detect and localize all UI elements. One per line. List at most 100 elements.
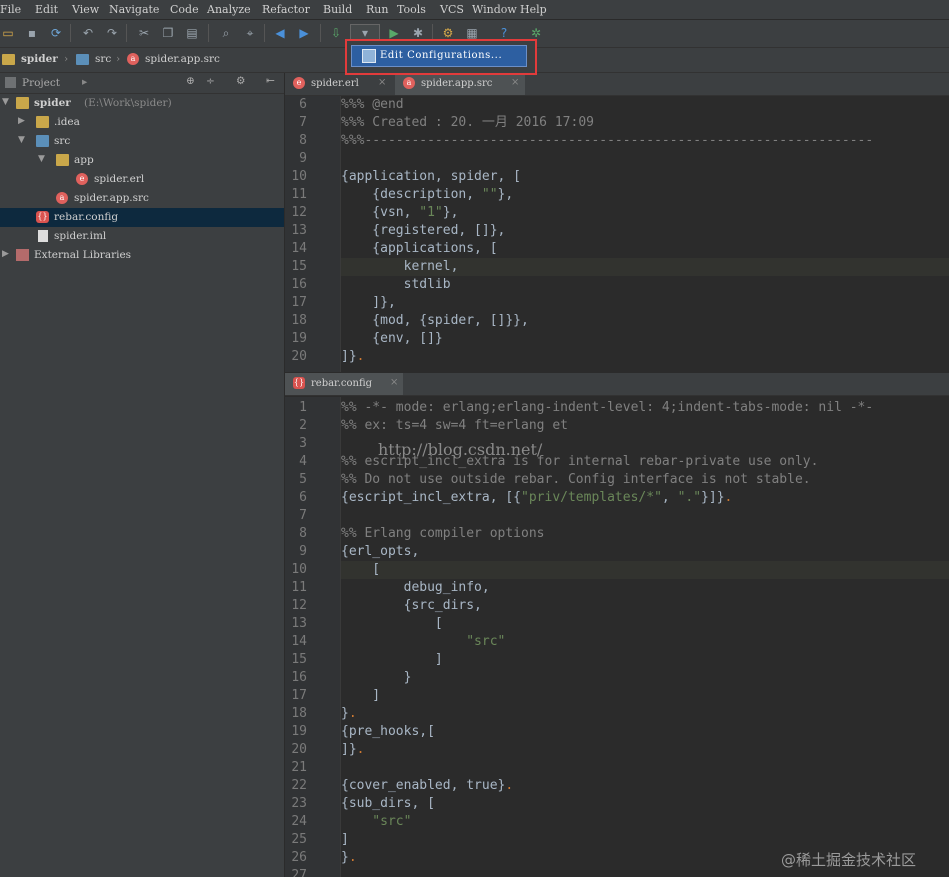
tree-item-app[interactable]: ▼ app: [0, 151, 284, 170]
save-icon[interactable]: ▪: [24, 25, 40, 41]
redo-icon[interactable]: ↷: [104, 25, 120, 41]
line-number: 21: [291, 760, 307, 775]
copy-icon[interactable]: ❐: [160, 25, 176, 41]
module-folder-icon: [16, 97, 29, 109]
code-line: ]: [341, 688, 381, 703]
code-text: }: [341, 850, 349, 865]
menu-file[interactable]: File: [0, 3, 21, 16]
tree-item-idea[interactable]: ▶ .idea: [0, 113, 284, 132]
code-line: {applications, [: [341, 241, 498, 256]
erlang-file-icon: e: [76, 173, 88, 185]
edit-configurations-item[interactable]: Edit Configurations...: [351, 45, 527, 67]
code-line: %% ex: ts=4 sw=4 ft=erlang et: [341, 418, 568, 433]
expand-arrow-icon[interactable]: ▶: [2, 249, 12, 259]
cut-icon[interactable]: ✂: [136, 25, 152, 41]
close-icon[interactable]: ×: [390, 377, 398, 388]
breadcrumb-src[interactable]: src: [95, 53, 111, 65]
tree-item-spider-iml[interactable]: spider.iml: [0, 227, 284, 246]
tree-item-rebar-config[interactable]: {} rebar.config: [0, 208, 284, 227]
line-number: 9: [299, 544, 307, 559]
library-icon: [16, 249, 29, 261]
tree-item-spider-erl[interactable]: e spider.erl: [0, 170, 284, 189]
folder-icon: [36, 116, 49, 128]
menu-code[interactable]: Code: [170, 3, 199, 16]
tab-rebar-config[interactable]: {} rebar.config ×: [285, 373, 403, 395]
line-number: 17: [291, 295, 307, 310]
menu-navigate[interactable]: Navigate: [109, 3, 159, 16]
code-line: {src_dirs,: [341, 598, 482, 613]
code-line: %%% Created : 20. 一月 2016 17:09: [341, 115, 594, 130]
menu-analyze[interactable]: Analyze: [207, 3, 251, 16]
expand-arrow-icon[interactable]: ▼: [2, 97, 12, 107]
edit-configurations-label: Edit Configurations...: [380, 50, 503, 61]
hide-panel-icon[interactable]: ⇤: [266, 75, 275, 87]
code-line: "src": [341, 814, 412, 829]
collapse-icon[interactable]: ÷: [206, 75, 215, 87]
code-string: "1": [419, 205, 443, 220]
gear-icon[interactable]: ⚙: [236, 75, 245, 87]
expand-arrow-icon[interactable]: ▼: [38, 154, 48, 164]
menu-vcs[interactable]: VCS: [440, 3, 464, 16]
code-string: "": [481, 187, 498, 202]
code-editor-top[interactable]: %%% @end %%% Created : 20. 一月 2016 17:09…: [341, 96, 949, 372]
source-folder-icon: [36, 135, 49, 147]
line-number: 12: [291, 598, 307, 613]
code-line: {sub_dirs, [: [341, 796, 435, 811]
tree-item-spider-app-src[interactable]: a spider.app.src: [0, 189, 284, 208]
tree-label: .idea: [54, 116, 80, 128]
current-line-highlight: [341, 561, 949, 579]
build-icon[interactable]: ⇩: [328, 25, 344, 41]
menu-help[interactable]: Help: [520, 3, 547, 16]
sync-icon[interactable]: ⟳: [48, 25, 64, 41]
breadcrumb-spider[interactable]: spider: [21, 53, 58, 65]
app-src-file-icon: a: [127, 53, 139, 65]
menu-edit[interactable]: Edit: [35, 3, 58, 16]
code-line: {erl_opts,: [341, 544, 420, 559]
code-text: ]}: [341, 349, 357, 364]
breadcrumb-file[interactable]: spider.app.src: [145, 53, 220, 65]
tab-spider-app-src[interactable]: a spider.app.src ×: [395, 73, 525, 95]
tree-item-src[interactable]: ▼ src: [0, 132, 284, 151]
code-line: %% Do not use outside rebar. Config inte…: [341, 472, 811, 487]
menu-view[interactable]: View: [72, 3, 99, 16]
close-icon[interactable]: ×: [511, 77, 519, 88]
menu-bar: File Edit View Navigate Code Analyze Ref…: [0, 0, 949, 20]
line-number: 15: [291, 652, 307, 667]
chevron-right-icon[interactable]: ▸: [82, 76, 87, 88]
expand-arrow-icon[interactable]: ▼: [18, 135, 28, 145]
project-view-icon: [5, 77, 16, 88]
code-editor-bottom[interactable]: %% -*- mode: erlang;erlang-indent-level:…: [341, 397, 949, 877]
open-folder-icon[interactable]: ▭: [0, 25, 16, 41]
code-line: {env, []}: [341, 331, 443, 346]
editor-tabs-bottom: {} rebar.config ×: [285, 373, 949, 396]
code-line: ]}.: [341, 348, 364, 366]
undo-icon[interactable]: ↶: [80, 25, 96, 41]
expand-arrow-icon[interactable]: ▶: [18, 116, 28, 126]
tree-item-spider[interactable]: ▼ spider (E:\Work\spider): [0, 94, 284, 113]
replace-icon[interactable]: ⌖: [242, 25, 258, 41]
line-number: 22: [291, 778, 307, 793]
tab-spider-erl[interactable]: e spider.erl ×: [285, 73, 393, 95]
tree-item-external-libraries[interactable]: ▶ External Libraries: [0, 246, 284, 265]
code-line: {registered, []},: [341, 223, 506, 238]
menu-window[interactable]: Window: [472, 3, 517, 16]
menu-refactor[interactable]: Refactor: [262, 3, 310, 16]
code-line: {vsn, "1"},: [341, 204, 458, 222]
locate-icon[interactable]: ⊕: [186, 75, 195, 87]
iml-file-icon: [38, 230, 48, 242]
tree-label: rebar.config: [54, 211, 119, 223]
code-line: ]: [341, 832, 349, 847]
paste-icon[interactable]: ▤: [184, 25, 200, 41]
project-panel-title[interactable]: Project: [22, 77, 60, 89]
config-file-icon: {}: [293, 377, 305, 389]
erlang-file-icon: e: [293, 77, 305, 89]
line-number: 4: [299, 454, 307, 469]
code-line: [: [341, 562, 381, 577]
back-icon[interactable]: ◀: [272, 25, 288, 41]
menu-build[interactable]: Build: [323, 3, 352, 16]
close-icon[interactable]: ×: [378, 77, 386, 88]
menu-tools[interactable]: Tools: [397, 3, 426, 16]
forward-icon[interactable]: ▶: [296, 25, 312, 41]
menu-run[interactable]: Run: [366, 3, 388, 16]
find-icon[interactable]: ⌕: [218, 25, 234, 41]
